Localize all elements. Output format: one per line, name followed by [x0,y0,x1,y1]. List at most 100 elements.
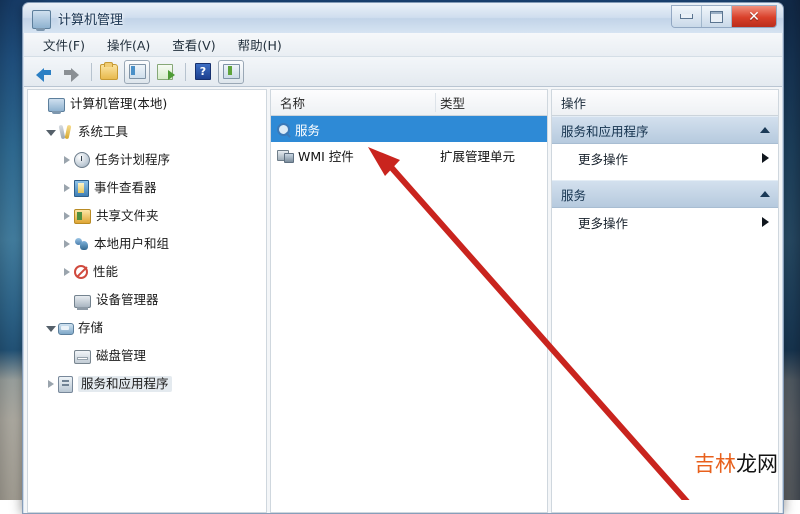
actions-header: 操作 [552,90,778,116]
toolbar: ? [24,57,782,87]
tree-node-label: 磁盘管理 [96,347,147,363]
window-title: 计算机管理 [58,12,124,28]
tree-node-services-and-applications[interactable]: 服务和应用程序 [28,370,266,398]
column-header-name[interactable]: 名称 [271,93,435,112]
tree-node-system-tools[interactable]: 系统工具 [28,118,266,146]
toolbar-separator-2 [185,62,186,81]
shared-folders-icon [74,209,91,224]
list-pane: 名称 类型 服务 WMI 控件 扩展管理单元 [270,89,548,513]
actions-spacer [552,172,778,180]
close-icon: ✕ [748,8,760,25]
chevron-up-icon[interactable] [760,191,770,197]
action-label: 更多操作 [578,151,629,167]
watermark-part2: 龙网 [736,452,778,476]
wmi-control-icon [277,149,294,163]
task-scheduler-icon [74,152,90,168]
show-hide-action-pane-icon [222,64,240,79]
tree-node-label: 系统工具 [78,123,129,139]
tree-expander [60,350,73,363]
tree-expander-closed[interactable] [44,378,57,391]
tree-node-device-manager[interactable]: 设备管理器 [28,286,266,314]
tree-expander-closed[interactable] [60,210,73,223]
maximize-icon [710,10,723,23]
tree-expander-open[interactable] [44,126,57,139]
tools-icon [58,125,73,140]
maximize-button[interactable] [702,6,732,27]
action-label: 更多操作 [578,215,629,231]
list-row-services[interactable]: 服务 [271,116,547,142]
services-apps-icon [58,375,73,393]
action-more-actions-services-and-applications[interactable]: 更多操作 [552,144,778,172]
action-pane-toggle-button[interactable] [218,59,244,84]
help-button[interactable]: ? [191,61,215,83]
tree-node-computer-management[interactable]: 计算机管理(本地) [28,90,266,118]
tree-expander-closed[interactable] [60,154,73,167]
menubar: 文件(F) 操作(A) 查看(V) 帮助(H) [24,33,782,57]
content-area: 计算机管理(本地) 系统工具 任务计划程序 事件查看器 共享文件夹 本地用户和组… [24,87,782,513]
tree-expander-closed[interactable] [60,266,73,279]
performance-icon [74,265,88,279]
list-row-name: WMI 控件 [298,148,354,164]
export-list-icon [157,63,175,80]
window-controls[interactable]: ✕ [671,5,777,28]
tree-node-storage[interactable]: 存储 [28,314,266,342]
computer-management-window: 计算机管理 ✕ 文件(F) 操作(A) 查看(V) 帮助(H) ? 计算机管理(… [22,2,784,514]
tree-expander [34,98,47,111]
menu-file[interactable]: 文件(F) [32,33,96,56]
tree-node-shared-folders[interactable]: 共享文件夹 [28,202,266,230]
tree-expander [60,294,73,307]
show-hide-console-tree-icon [128,64,146,79]
tree-expander-open[interactable] [44,322,57,335]
minimize-icon [680,14,693,19]
chevron-right-icon [762,217,769,227]
tree-node-label: 计算机管理(本地) [70,95,168,111]
tree-node-disk-management[interactable]: 磁盘管理 [28,342,266,370]
help-icon: ? [195,63,211,80]
list-row-wmi-control[interactable]: WMI 控件 扩展管理单元 [271,142,547,168]
back-arrow-icon [36,65,52,82]
console-tree-toggle-button[interactable] [124,59,150,84]
up-folder-icon [100,61,118,80]
tree-node-label: 本地用户和组 [94,235,170,251]
action-more-actions-services[interactable]: 更多操作 [552,208,778,236]
back-button[interactable] [32,61,56,83]
computer-icon [48,98,65,114]
menu-help[interactable]: 帮助(H) [227,33,293,56]
tree-node-local-users-groups[interactable]: 本地用户和组 [28,230,266,258]
chevron-right-icon [762,153,769,163]
tree-node-label: 事件查看器 [94,179,157,195]
tree-node-label: 存储 [78,319,104,335]
disk-management-icon [74,350,91,364]
up-folder-button[interactable] [97,61,121,83]
menu-action[interactable]: 操作(A) [96,33,161,56]
tree-node-label: 设备管理器 [96,291,159,307]
menu-view[interactable]: 查看(V) [161,33,226,56]
tree-node-label: 性能 [93,263,119,279]
local-users-icon [74,237,89,251]
tree-node-label: 任务计划程序 [95,151,171,167]
forward-button[interactable] [59,61,83,83]
list-row-type: 扩展管理单元 [440,148,516,164]
window-title-icon [32,9,51,31]
tree-node-task-scheduler[interactable]: 任务计划程序 [28,146,266,174]
column-header-type[interactable]: 类型 [435,93,547,112]
tree-node-performance[interactable]: 性能 [28,258,266,286]
tree-node-event-viewer[interactable]: 事件查看器 [28,174,266,202]
actions-group-services-and-applications[interactable]: 服务和应用程序 [552,116,778,144]
actions-group-title: 服务 [561,187,587,203]
tree-expander-closed[interactable] [60,182,73,195]
services-magnifier-icon [277,122,290,136]
forward-arrow-icon [63,65,79,82]
tree-expander-closed[interactable] [60,238,73,251]
actions-group-services[interactable]: 服务 [552,180,778,208]
device-manager-icon [74,294,91,310]
minimize-button[interactable] [672,6,702,27]
close-button[interactable]: ✕ [732,6,776,27]
list-column-headers: 名称 类型 [271,90,547,116]
export-list-button[interactable] [153,61,177,83]
chevron-up-icon[interactable] [760,127,770,133]
toolbar-separator-1 [91,62,92,81]
window-titlebar[interactable]: 计算机管理 ✕ [23,3,783,33]
storage-icon [58,321,74,335]
actions-group-title: 服务和应用程序 [561,123,649,139]
